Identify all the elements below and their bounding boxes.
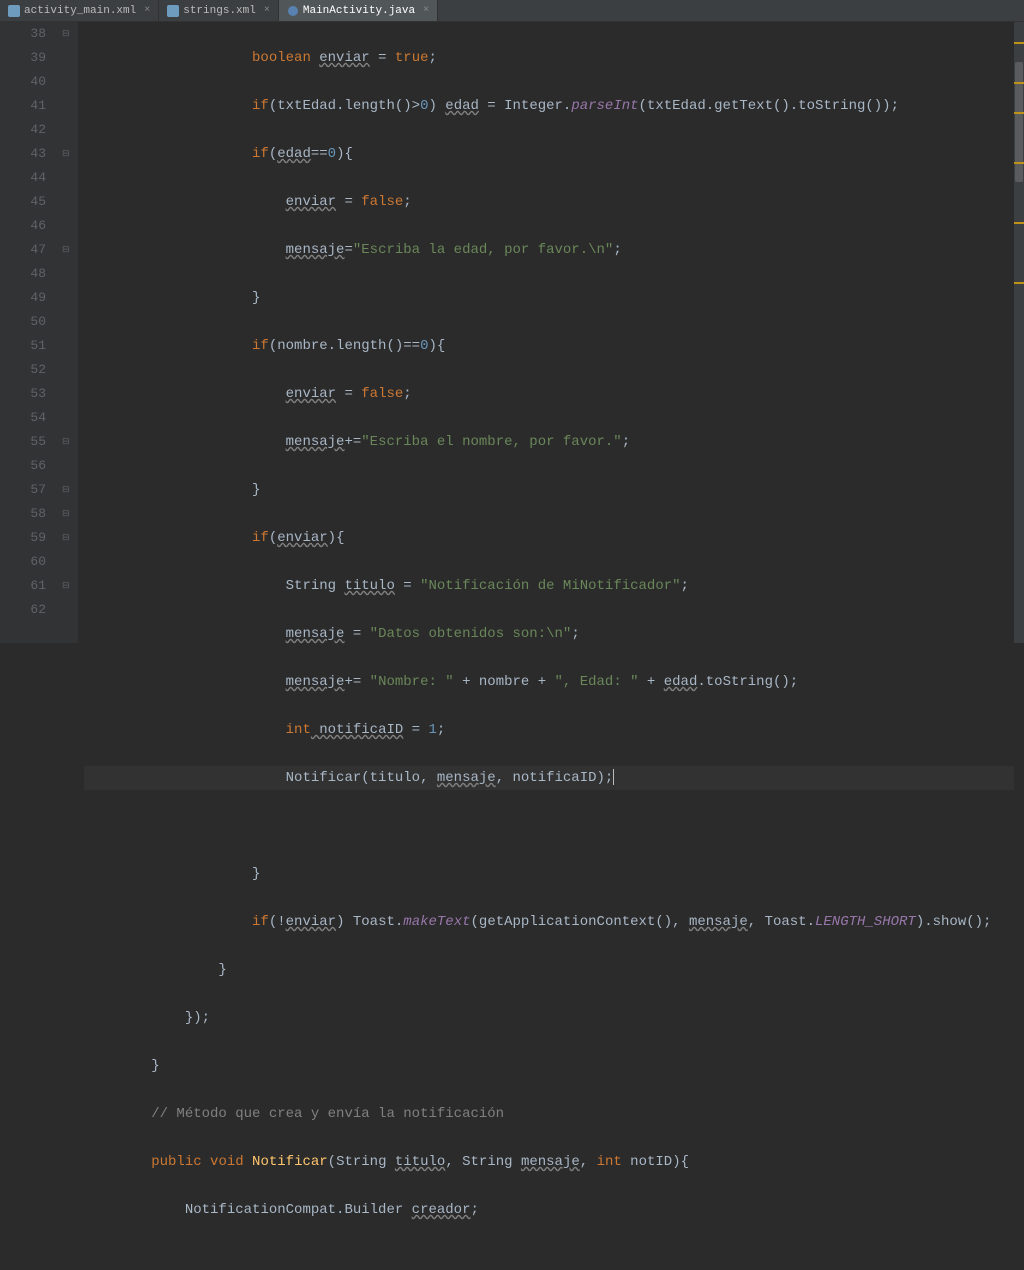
scroll-marker bbox=[1014, 282, 1024, 284]
close-icon[interactable]: × bbox=[264, 5, 270, 16]
java-icon bbox=[287, 5, 299, 17]
tab-activity-main[interactable]: activity_main.xml × bbox=[0, 0, 159, 21]
close-icon[interactable]: × bbox=[423, 5, 429, 16]
fold-icon[interactable]: ⊟ bbox=[62, 574, 70, 598]
fold-end-icon[interactable]: ⊟ bbox=[62, 478, 70, 502]
tab-label: activity_main.xml bbox=[24, 5, 136, 17]
fold-end-icon[interactable]: ⊟ bbox=[62, 238, 70, 262]
scroll-marker bbox=[1014, 42, 1024, 44]
fold-end-icon[interactable]: ⊟ bbox=[62, 142, 70, 166]
fold-icon[interactable]: ⊟ bbox=[62, 22, 70, 46]
vertical-scrollbar[interactable] bbox=[1014, 22, 1024, 643]
fold-gutter: ⊟ ⊟ ⊟ ⊟ ⊟ ⊟ ⊟ ⊟ bbox=[60, 22, 78, 643]
scroll-marker bbox=[1014, 112, 1024, 114]
tab-label: strings.xml bbox=[183, 5, 256, 17]
close-icon[interactable]: × bbox=[144, 5, 150, 16]
line-numbers: 38394041 42434445 46474849 50515253 5455… bbox=[0, 22, 60, 643]
editor-tabs: activity_main.xml × strings.xml × MainAc… bbox=[0, 0, 1024, 22]
fold-end-icon[interactable]: ⊟ bbox=[62, 526, 70, 550]
tab-label: MainActivity.java bbox=[303, 5, 415, 17]
xml-icon bbox=[167, 5, 179, 17]
xml-icon bbox=[8, 5, 20, 17]
scrollbar-thumb[interactable] bbox=[1015, 62, 1023, 182]
tab-strings[interactable]: strings.xml × bbox=[159, 0, 279, 21]
scroll-marker bbox=[1014, 222, 1024, 224]
scroll-marker bbox=[1014, 82, 1024, 84]
fold-end-icon[interactable]: ⊟ bbox=[62, 430, 70, 454]
code-area[interactable]: boolean enviar = true; if(txtEdad.length… bbox=[78, 22, 1014, 643]
tab-main-activity[interactable]: MainActivity.java × bbox=[279, 0, 438, 21]
code-editor: 38394041 42434445 46474849 50515253 5455… bbox=[0, 22, 1024, 643]
text-caret bbox=[613, 769, 614, 785]
fold-end-icon[interactable]: ⊟ bbox=[62, 502, 70, 526]
scroll-marker bbox=[1014, 162, 1024, 164]
